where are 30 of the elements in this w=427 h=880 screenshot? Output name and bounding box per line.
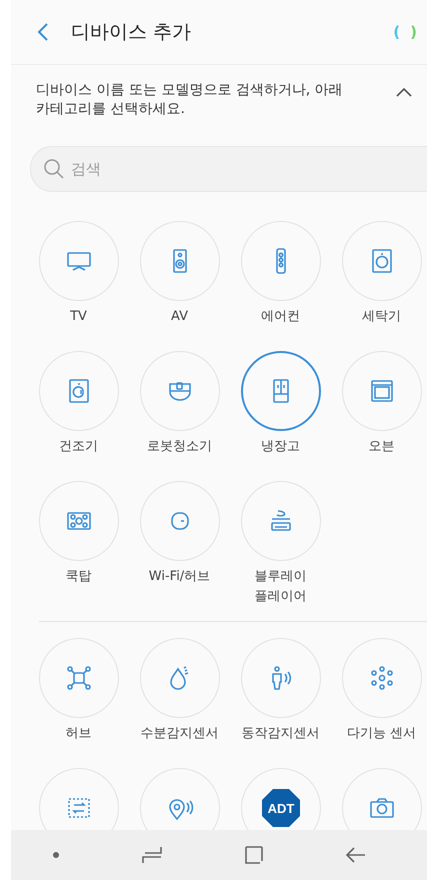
recents-icon[interactable] xyxy=(140,845,162,865)
category-label: 다기능 센서 xyxy=(346,725,416,743)
category-label: Wi-Fi/허브 xyxy=(148,568,210,586)
back-icon[interactable] xyxy=(37,22,49,42)
category-label: 동작감지센서 xyxy=(242,725,320,743)
category-label: 오븐 xyxy=(368,438,394,456)
description-text: 디바이스 이름 또는 모델명으로 검색하거나, 아래 카테고리를 선택하세요. xyxy=(36,81,344,119)
category-label: 로봇청소기 xyxy=(147,438,212,456)
page-title: 디바이스 추가 xyxy=(71,20,192,45)
status-mark: ) xyxy=(410,23,417,41)
chevron-up-icon[interactable] xyxy=(395,87,413,97)
category-label: 허브 xyxy=(66,725,92,743)
back-arrow-icon[interactable] xyxy=(344,846,366,864)
dot-icon[interactable] xyxy=(52,851,60,859)
search-icon xyxy=(43,158,65,180)
category-label: 수분감지센서 xyxy=(140,725,218,743)
search-placeholder: 검색 xyxy=(71,160,101,178)
category-label: AV xyxy=(171,308,188,326)
category-label: TV xyxy=(70,308,87,326)
category-label: 세탁기 xyxy=(362,308,401,326)
category-button[interactable]: ADT xyxy=(240,768,320,830)
category-label: 쿡탑 xyxy=(66,568,92,586)
logo-icon: ADT xyxy=(260,788,300,828)
category-label: 에어컨 xyxy=(261,308,300,326)
category-label: 건조기 xyxy=(59,438,98,456)
category-label: 냉장고 xyxy=(261,438,300,456)
home-icon[interactable] xyxy=(244,845,264,865)
status-mark: ( xyxy=(393,23,400,41)
network-icon xyxy=(64,664,92,692)
category-label: 블루레이 플레이어 xyxy=(254,568,306,606)
